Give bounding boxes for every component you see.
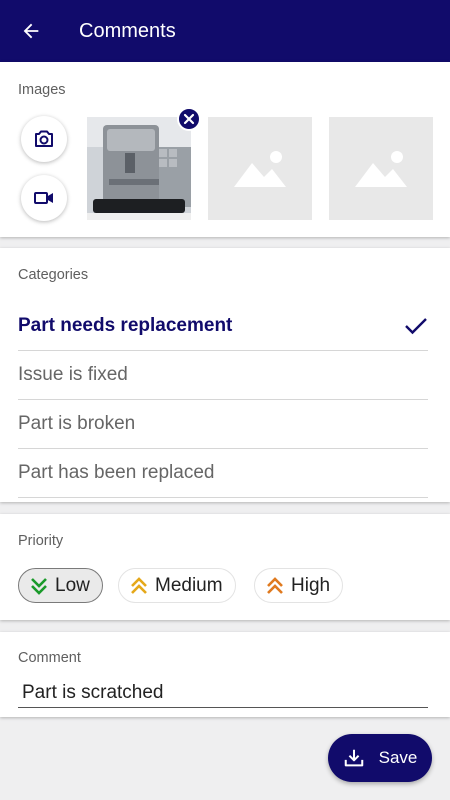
images-section: Images bbox=[0, 62, 450, 237]
save-label: Save bbox=[378, 748, 418, 767]
image-thumbnail-placeholder[interactable] bbox=[329, 117, 433, 220]
comment-input[interactable]: Part is scratched bbox=[18, 678, 428, 708]
chevron-double-up-icon bbox=[267, 576, 283, 594]
comment-section: Comment Part is scratched bbox=[0, 632, 450, 717]
download-icon bbox=[344, 749, 363, 767]
video-camera-icon bbox=[34, 192, 53, 204]
coffee-machine-photo bbox=[87, 117, 191, 220]
category-issue-is-fixed[interactable]: Issue is fixed bbox=[18, 351, 428, 400]
category-label: Part needs replacement bbox=[18, 315, 233, 336]
category-label: Part has been replaced bbox=[18, 462, 215, 483]
record-video-button[interactable] bbox=[21, 175, 67, 221]
page-title: Comments bbox=[79, 19, 176, 42]
category-label: Issue is fixed bbox=[18, 364, 128, 385]
app-bar: Comments bbox=[0, 0, 450, 62]
save-button[interactable]: Save bbox=[328, 734, 432, 782]
priority-chip-medium[interactable]: Medium bbox=[118, 568, 236, 603]
image-thumbnail-placeholder[interactable] bbox=[208, 117, 312, 220]
image-placeholder-icon bbox=[355, 150, 407, 187]
camera-icon bbox=[35, 130, 53, 147]
category-label: Part is broken bbox=[18, 413, 136, 434]
take-photo-button[interactable] bbox=[21, 116, 67, 162]
chevron-double-down-icon bbox=[31, 577, 47, 595]
chevron-double-up-icon bbox=[131, 576, 147, 594]
image-thumbnail-photo[interactable] bbox=[87, 117, 191, 220]
category-part-has-been-replaced[interactable]: Part has been replaced bbox=[18, 449, 428, 498]
chip-label: Medium bbox=[155, 574, 223, 596]
check-icon bbox=[405, 318, 427, 335]
categories-section: Categories Part needs replacement Issue … bbox=[0, 248, 450, 502]
priority-chip-high[interactable]: High bbox=[254, 568, 344, 603]
images-label: Images bbox=[18, 82, 66, 98]
priority-chip-low[interactable]: Low bbox=[18, 568, 103, 603]
priority-section: Priority Low Medium High bbox=[0, 514, 450, 620]
chip-label: High bbox=[291, 574, 331, 596]
chip-label: Low bbox=[55, 574, 90, 596]
remove-image-button[interactable] bbox=[177, 107, 201, 131]
categories-label: Categories bbox=[18, 267, 89, 283]
priority-label: Priority bbox=[18, 533, 64, 549]
image-placeholder-icon bbox=[234, 150, 286, 187]
category-part-needs-replacement[interactable]: Part needs replacement bbox=[18, 302, 428, 351]
back-button[interactable] bbox=[0, 0, 62, 62]
comment-label: Comment bbox=[18, 650, 81, 666]
arrow-left-icon bbox=[23, 23, 39, 39]
category-part-is-broken[interactable]: Part is broken bbox=[18, 400, 428, 449]
close-icon bbox=[183, 113, 195, 125]
